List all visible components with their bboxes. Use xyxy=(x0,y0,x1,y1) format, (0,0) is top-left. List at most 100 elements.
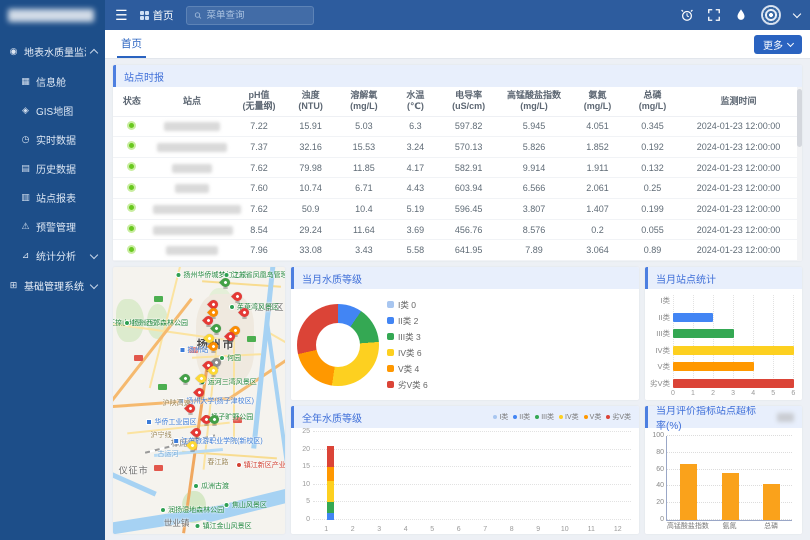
legend-label: IV类 xyxy=(565,412,579,422)
avatar[interactable] xyxy=(761,5,781,25)
value-cell: 456.76 xyxy=(439,219,497,240)
legend-swatch xyxy=(387,381,394,388)
station-cell xyxy=(151,219,233,240)
station-pin-green[interactable] xyxy=(221,278,230,289)
legend-item[interactable]: 劣V类 xyxy=(606,412,631,422)
topbar-actions xyxy=(680,5,800,25)
legend-item[interactable]: II类 xyxy=(513,412,530,422)
redacted-link[interactable] xyxy=(777,413,794,422)
legend-item[interactable]: V类 xyxy=(584,412,602,422)
value-cell: 3.69 xyxy=(391,219,439,240)
tab-home[interactable]: 首页 xyxy=(117,30,146,58)
map-pin-layer xyxy=(113,267,285,534)
legend-item[interactable]: V类 4 xyxy=(387,363,428,375)
pin-head xyxy=(238,306,251,319)
table-row[interactable]: 7.3732.1615.533.24570.135.8261.8520.1922… xyxy=(113,137,797,158)
legend-label: IV类 6 xyxy=(398,347,422,359)
legend-item[interactable]: IV类 6 xyxy=(387,347,428,359)
legend-label: II类 2 xyxy=(398,315,418,327)
station-report-panel: 站点时报 状态站点pH值(无量纲)浊度(NTU)溶解氧(mg/L)水温(℃)电导… xyxy=(113,65,802,261)
sidebar-group-label: 基础管理系统 xyxy=(24,278,86,293)
sidebar-item-5[interactable]: ⚠预警管理 xyxy=(0,212,105,241)
station-pin-orange[interactable] xyxy=(209,342,218,353)
station-pin-green[interactable] xyxy=(210,415,219,426)
search-icon xyxy=(194,11,202,20)
x-tick-label: 高锰酸盐指数 xyxy=(667,521,709,531)
station-cell xyxy=(151,116,233,137)
station-pin-green[interactable] xyxy=(181,374,190,385)
pin-head xyxy=(186,439,199,452)
sidebar-item-1[interactable]: ◈GIS地图 xyxy=(0,96,105,125)
station-pin-green[interactable] xyxy=(212,324,221,335)
station-pin-yellow[interactable] xyxy=(197,374,206,385)
pin-base xyxy=(211,351,216,353)
station-pin-red[interactable] xyxy=(226,332,235,343)
status-cell xyxy=(113,116,151,137)
x-tick-label: 氨氮 xyxy=(723,521,737,531)
x-tick-label: 5 xyxy=(419,526,446,533)
pin-head xyxy=(209,413,222,426)
yearly-grade-legend: I类 II类 III类 IV类 V类劣V类 xyxy=(493,412,631,422)
station-pin-yellow[interactable] xyxy=(209,366,218,377)
drop-icon[interactable] xyxy=(734,8,748,22)
sidebar-item-4[interactable]: ▥站点报表 xyxy=(0,183,105,212)
value-cell: 50.9 xyxy=(285,199,337,220)
sidebar-item-6[interactable]: ⊿统计分析 xyxy=(0,241,105,270)
sidebar-group-0[interactable]: ◉地表水质量监测系统 xyxy=(0,36,105,67)
breadcrumb-home[interactable]: 首页 xyxy=(140,8,174,23)
stack-segment xyxy=(327,513,334,520)
more-button[interactable]: 更多 xyxy=(754,35,802,54)
station-table-body: 7.2215.915.036.3597.825.9454.0510.345202… xyxy=(113,116,797,261)
legend-item[interactable]: I类 xyxy=(493,412,508,422)
bar-track xyxy=(673,296,794,305)
pin-head xyxy=(207,365,220,378)
table-row[interactable]: 7.6250.910.45.19596.453.8071.4070.199202… xyxy=(113,199,797,220)
time-cell: 2024-01-23 12:00:00 xyxy=(680,157,797,178)
value-cell: 11.85 xyxy=(336,157,391,178)
chevron-down-icon xyxy=(90,280,98,288)
table-row[interactable]: 7.6279.9811.854.17582.919.9141.9110.1322… xyxy=(113,157,797,178)
table-scrollbar[interactable] xyxy=(797,87,802,261)
station-pin-red[interactable] xyxy=(195,388,204,399)
legend-item[interactable]: III类 xyxy=(535,412,554,422)
time-cell: 2024-01-23 12:00:00 xyxy=(680,137,797,158)
legend-item[interactable]: II类 2 xyxy=(387,315,428,327)
station-pin-red[interactable] xyxy=(240,308,249,319)
column-header: pH值(无量纲) xyxy=(233,87,285,116)
value-cell: 5.58 xyxy=(391,240,439,261)
sidebar-item-0[interactable]: ▦信息舱 xyxy=(0,67,105,96)
panel-title: 当月站点统计 xyxy=(656,271,716,286)
menu-search[interactable] xyxy=(186,6,314,25)
y-tick-label: 40 xyxy=(651,482,664,489)
pin-head xyxy=(207,341,220,354)
station-name-redacted xyxy=(153,226,233,235)
station-pin-yellow[interactable] xyxy=(188,441,197,452)
column-header: 溶解氧(mg/L) xyxy=(336,87,391,116)
value-cell: 2.061 xyxy=(570,178,625,199)
legend-item[interactable]: III类 3 xyxy=(387,331,428,343)
sidebar-group-1[interactable]: ⊞基础管理系统 xyxy=(0,270,105,301)
menu-search-input[interactable] xyxy=(207,10,306,21)
fullscreen-icon[interactable] xyxy=(707,8,721,22)
sidebar-item-3[interactable]: ▤历史数据 xyxy=(0,154,105,183)
table-row[interactable]: 7.9633.083.435.58641.957.893.0640.892024… xyxy=(113,240,797,261)
hamburger-icon[interactable]: ☰ xyxy=(115,8,128,22)
legend-item[interactable]: 劣V类 6 xyxy=(387,379,428,391)
stack-segment xyxy=(327,446,334,467)
table-row[interactable]: 7.2215.915.036.3597.825.9454.0510.345202… xyxy=(113,116,797,137)
legend-item[interactable]: I类 0 xyxy=(387,299,428,311)
sidebar-item-2[interactable]: ◷实时数据 xyxy=(0,125,105,154)
station-pin-red[interactable] xyxy=(233,292,242,303)
table-row[interactable]: 8.5429.2411.643.69456.768.5760.20.055202… xyxy=(113,219,797,240)
map-panel[interactable]: 扬州市江都区仪征市朴席镇世业镇仪征捺山地质公园扬州西郊森林公园扬州华侨城梦幻之城… xyxy=(113,267,285,534)
chevron-down-icon[interactable] xyxy=(793,10,801,18)
alarm-icon[interactable] xyxy=(680,8,694,22)
dashboard-bottom: 当月水质等级 I类 0II类 2III类 3IV类 6V类 4劣V类 6 扬州市… xyxy=(113,267,802,534)
station-pin-red[interactable] xyxy=(186,404,195,415)
hbar-row: 劣V类 xyxy=(649,378,794,389)
more-button-label: 更多 xyxy=(763,37,783,52)
table-row[interactable]: 7.6010.746.714.43603.946.5662.0610.25202… xyxy=(113,178,797,199)
legend-item[interactable]: IV类 xyxy=(559,412,579,422)
station-pin-red[interactable] xyxy=(192,428,201,439)
x-tick-label: 总磷 xyxy=(764,521,778,531)
